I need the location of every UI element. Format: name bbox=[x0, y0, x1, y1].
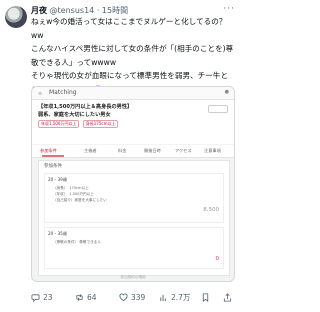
badge: 年収1,500万円以上 bbox=[38, 120, 80, 128]
tab: 開催日時 bbox=[144, 148, 161, 153]
share-icon bbox=[223, 292, 232, 302]
retweet-count: 64 bbox=[87, 292, 97, 302]
menu-icon: ≡ bbox=[38, 91, 43, 97]
screenshot-header: ≡ Matching ● bbox=[32, 87, 234, 100]
timestamp[interactable]: 15時間 bbox=[102, 6, 128, 15]
condition-line: （尊敬の条件） 尊敬できる人 bbox=[53, 240, 101, 244]
retweet-button[interactable]: 64 bbox=[75, 290, 97, 304]
reply-button[interactable]: 23 bbox=[31, 290, 53, 304]
bookmark-icon bbox=[202, 292, 209, 302]
active-tab-indicator bbox=[42, 155, 64, 157]
female-age: 20 - 35歳 bbox=[48, 231, 68, 236]
avatar[interactable] bbox=[5, 6, 27, 28]
attached-screenshot[interactable]: ≡ Matching ● 【年収1,500万円以上＆高身長の男性】 弱系、家庭を… bbox=[31, 86, 235, 282]
female-conditions: 20 - 35歳 （尊敬の条件） 尊敬できる人 0 bbox=[44, 227, 224, 269]
event-summary: 【年収1,500万円以上＆高身長の男性】 弱系、家庭を大切にしたい男女 年収1,… bbox=[32, 100, 234, 144]
favorite-button bbox=[208, 105, 228, 113]
conditions-section: 参加条件 20 - 39歳 （身長） 175cm以上 （年収） 1,500万円以… bbox=[38, 160, 230, 276]
tweet-text: ねぇw今の婚活って女はここまでヌルゲーと化してるの？ww こんなハイスペ男性に対… bbox=[31, 15, 235, 96]
tab: アクセス bbox=[175, 148, 192, 153]
event-title: 【年収1,500万円以上＆高身長の男性】 弱系、家庭を大切にしたい男女 bbox=[38, 104, 133, 118]
screenshot-logo: Matching bbox=[49, 89, 77, 96]
tab: 料金 bbox=[118, 148, 127, 153]
badge-list: 年収1,500万円以上 身長175cm以上 bbox=[38, 120, 228, 128]
badge: 身長175cm以上 bbox=[82, 120, 119, 128]
screenshot-tabs: 参加条件 主催者 料金 開催日時 アクセス 注意事項 bbox=[32, 145, 234, 158]
tab: 注意事項 bbox=[204, 148, 221, 153]
like-count: 339 bbox=[131, 292, 146, 302]
handle[interactable]: @tensus14 bbox=[50, 6, 95, 15]
male-price: 8,500 bbox=[203, 207, 219, 213]
view-count: 2.7万 bbox=[171, 292, 191, 302]
retweet-icon bbox=[76, 293, 83, 301]
reply-count: 23 bbox=[43, 292, 53, 302]
screenshot-footer: 参加規約の確認 bbox=[120, 275, 146, 279]
tweet-body: ねぇw今の婚活って女はここまでヌルゲーと化してるの？ww こんなハイスペ男性に対… bbox=[31, 17, 234, 94]
heart-icon bbox=[119, 293, 128, 301]
bookmark-button[interactable] bbox=[201, 290, 213, 304]
views-icon bbox=[160, 294, 166, 301]
condition-line: （自己紹介）家庭を大事にしたい bbox=[53, 198, 107, 202]
tab: 参加条件 bbox=[40, 148, 57, 153]
tweet-actions: 23 64 339 2.7万 bbox=[31, 290, 236, 304]
display-name[interactable]: 月夜 bbox=[31, 6, 47, 15]
female-price: 0 bbox=[215, 256, 220, 262]
condition-line: （身長） 175cm以上 bbox=[53, 186, 89, 190]
user-icon: ● bbox=[224, 89, 229, 95]
more-options-icon[interactable]: ··· bbox=[223, 4, 235, 14]
section-title: 参加条件 bbox=[44, 164, 62, 169]
tweet: 月夜 @tensus14 · 15時間 ··· ねぇw今の婚活って女はここまでヌ… bbox=[0, 0, 240, 312]
like-button[interactable]: 339 bbox=[119, 290, 145, 304]
tab: 主催者 bbox=[84, 148, 97, 153]
views-button[interactable]: 2.7万 bbox=[159, 290, 190, 304]
male-conditions: 20 - 39歳 （身長） 175cm以上 （年収） 1,500万円以上 （自己… bbox=[44, 173, 224, 223]
male-age: 20 - 39歳 bbox=[48, 177, 68, 182]
condition-line: （年収） 1,500万円以上 bbox=[53, 192, 94, 196]
share-button[interactable] bbox=[223, 290, 235, 304]
reply-icon bbox=[31, 293, 40, 302]
separator: · bbox=[96, 6, 100, 15]
